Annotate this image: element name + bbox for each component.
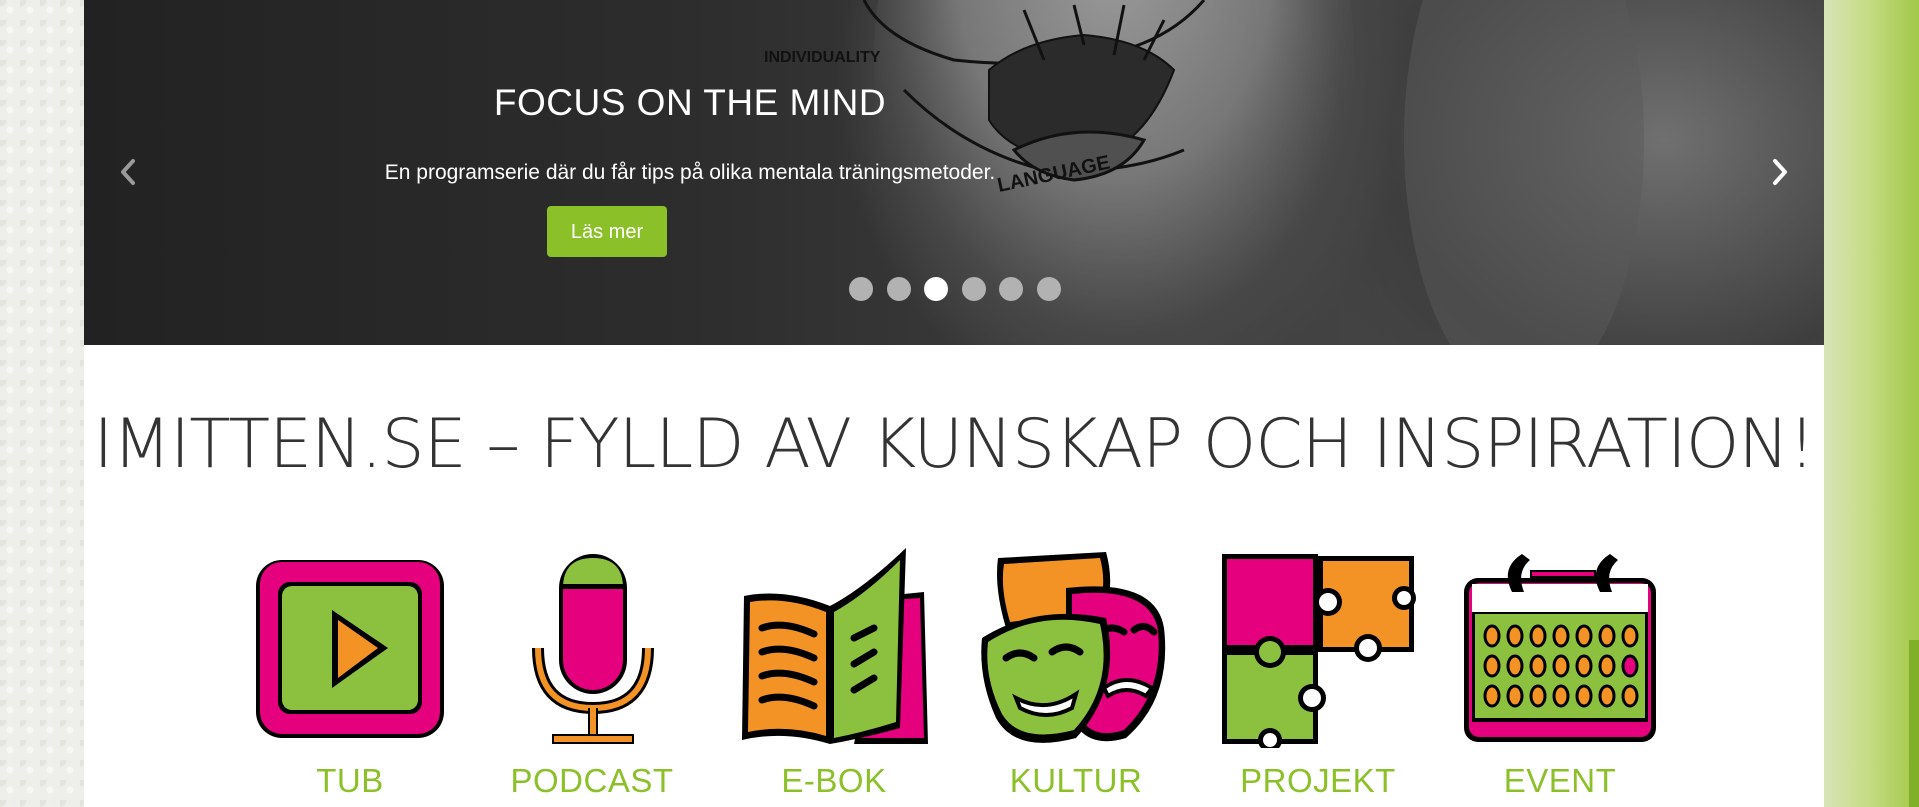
calendar-day-dot <box>1529 684 1547 708</box>
book-icon <box>742 548 928 744</box>
category-label: TUB <box>316 762 384 799</box>
theater-masks-icon <box>981 552 1166 743</box>
calendar-day-dot <box>1506 654 1524 678</box>
category-label: PODCAST <box>510 762 674 799</box>
calendar-day-dot <box>1575 654 1593 678</box>
category-podcast[interactable]: PODCAST <box>492 548 692 800</box>
carousel-dot[interactable] <box>999 277 1023 301</box>
microphone-icon <box>532 554 654 744</box>
calendar-day-dot <box>1483 684 1501 708</box>
calendar-day-dot <box>1529 654 1547 678</box>
calendar-day-dot <box>1506 684 1524 708</box>
carousel-dot[interactable] <box>1036 277 1061 301</box>
carousel-dot[interactable] <box>961 277 986 301</box>
page-side-background <box>1824 0 1919 807</box>
calendar-day-dot <box>1575 684 1593 708</box>
calendar-day-dot <box>1483 624 1501 648</box>
chevron-left-icon <box>121 159 135 185</box>
category-event[interactable]: EVENT <box>1460 548 1660 800</box>
category-label: EVENT <box>1503 762 1617 799</box>
puzzle-icon <box>1222 554 1416 748</box>
calendar-day-dot <box>1552 684 1570 708</box>
hero-subtitle: En programserie där du får tips på olika… <box>384 161 996 184</box>
carousel-dot[interactable] <box>924 277 948 301</box>
calendar-day-dot <box>1621 654 1639 678</box>
page-heading: IMITTEN.SE – FYLLD AV KUNSKAP OCH INSPIR… <box>93 405 1815 484</box>
hero-image-text-individuality: INDIVIDUALITY <box>764 49 881 66</box>
carousel-next-button[interactable] <box>1759 152 1799 192</box>
calendar-day-dot <box>1529 624 1547 648</box>
calendar-day-dot <box>1552 654 1570 678</box>
carousel-prev-button[interactable] <box>109 152 149 192</box>
category-label: PROJEKT <box>1240 762 1396 799</box>
calendar-day-dot <box>1598 684 1616 708</box>
calendar-icon <box>1464 554 1656 742</box>
scrollbar-edge <box>1909 640 1919 807</box>
category-tub[interactable]: TUB <box>250 548 450 800</box>
chevron-right-icon <box>1773 159 1787 185</box>
carousel-dot[interactable] <box>849 277 873 301</box>
category-label: KULTUR <box>1009 762 1143 799</box>
category-label: E-BOK <box>781 762 887 799</box>
calendar-day-dot <box>1506 624 1524 648</box>
category-kultur[interactable]: KULTUR <box>976 548 1176 800</box>
read-more-button[interactable]: Läs mer <box>547 206 667 257</box>
calendar-day-dot <box>1621 624 1639 648</box>
category-e-bok[interactable]: E-BOK <box>734 548 934 800</box>
calendar-day-dot <box>1598 624 1616 648</box>
calendar-day-dot <box>1552 624 1570 648</box>
calendar-day-dot <box>1483 654 1501 678</box>
video-play-icon <box>256 560 444 738</box>
calendar-day-dot <box>1575 624 1593 648</box>
calendar-day-dot <box>1621 684 1639 708</box>
calendar-day-dot <box>1598 654 1616 678</box>
hero-title: FOCUS ON THE MIND <box>493 82 887 123</box>
page-container: INDIVIDUALITY LANGUAGE FOCUS ON THE MIND… <box>84 0 1824 807</box>
carousel-dot[interactable] <box>886 277 911 301</box>
calendar-grid <box>1483 624 1639 708</box>
hero-carousel: INDIVIDUALITY LANGUAGE FOCUS ON THE MIND… <box>84 0 1824 345</box>
category-projekt[interactable]: PROJEKT <box>1218 548 1418 800</box>
